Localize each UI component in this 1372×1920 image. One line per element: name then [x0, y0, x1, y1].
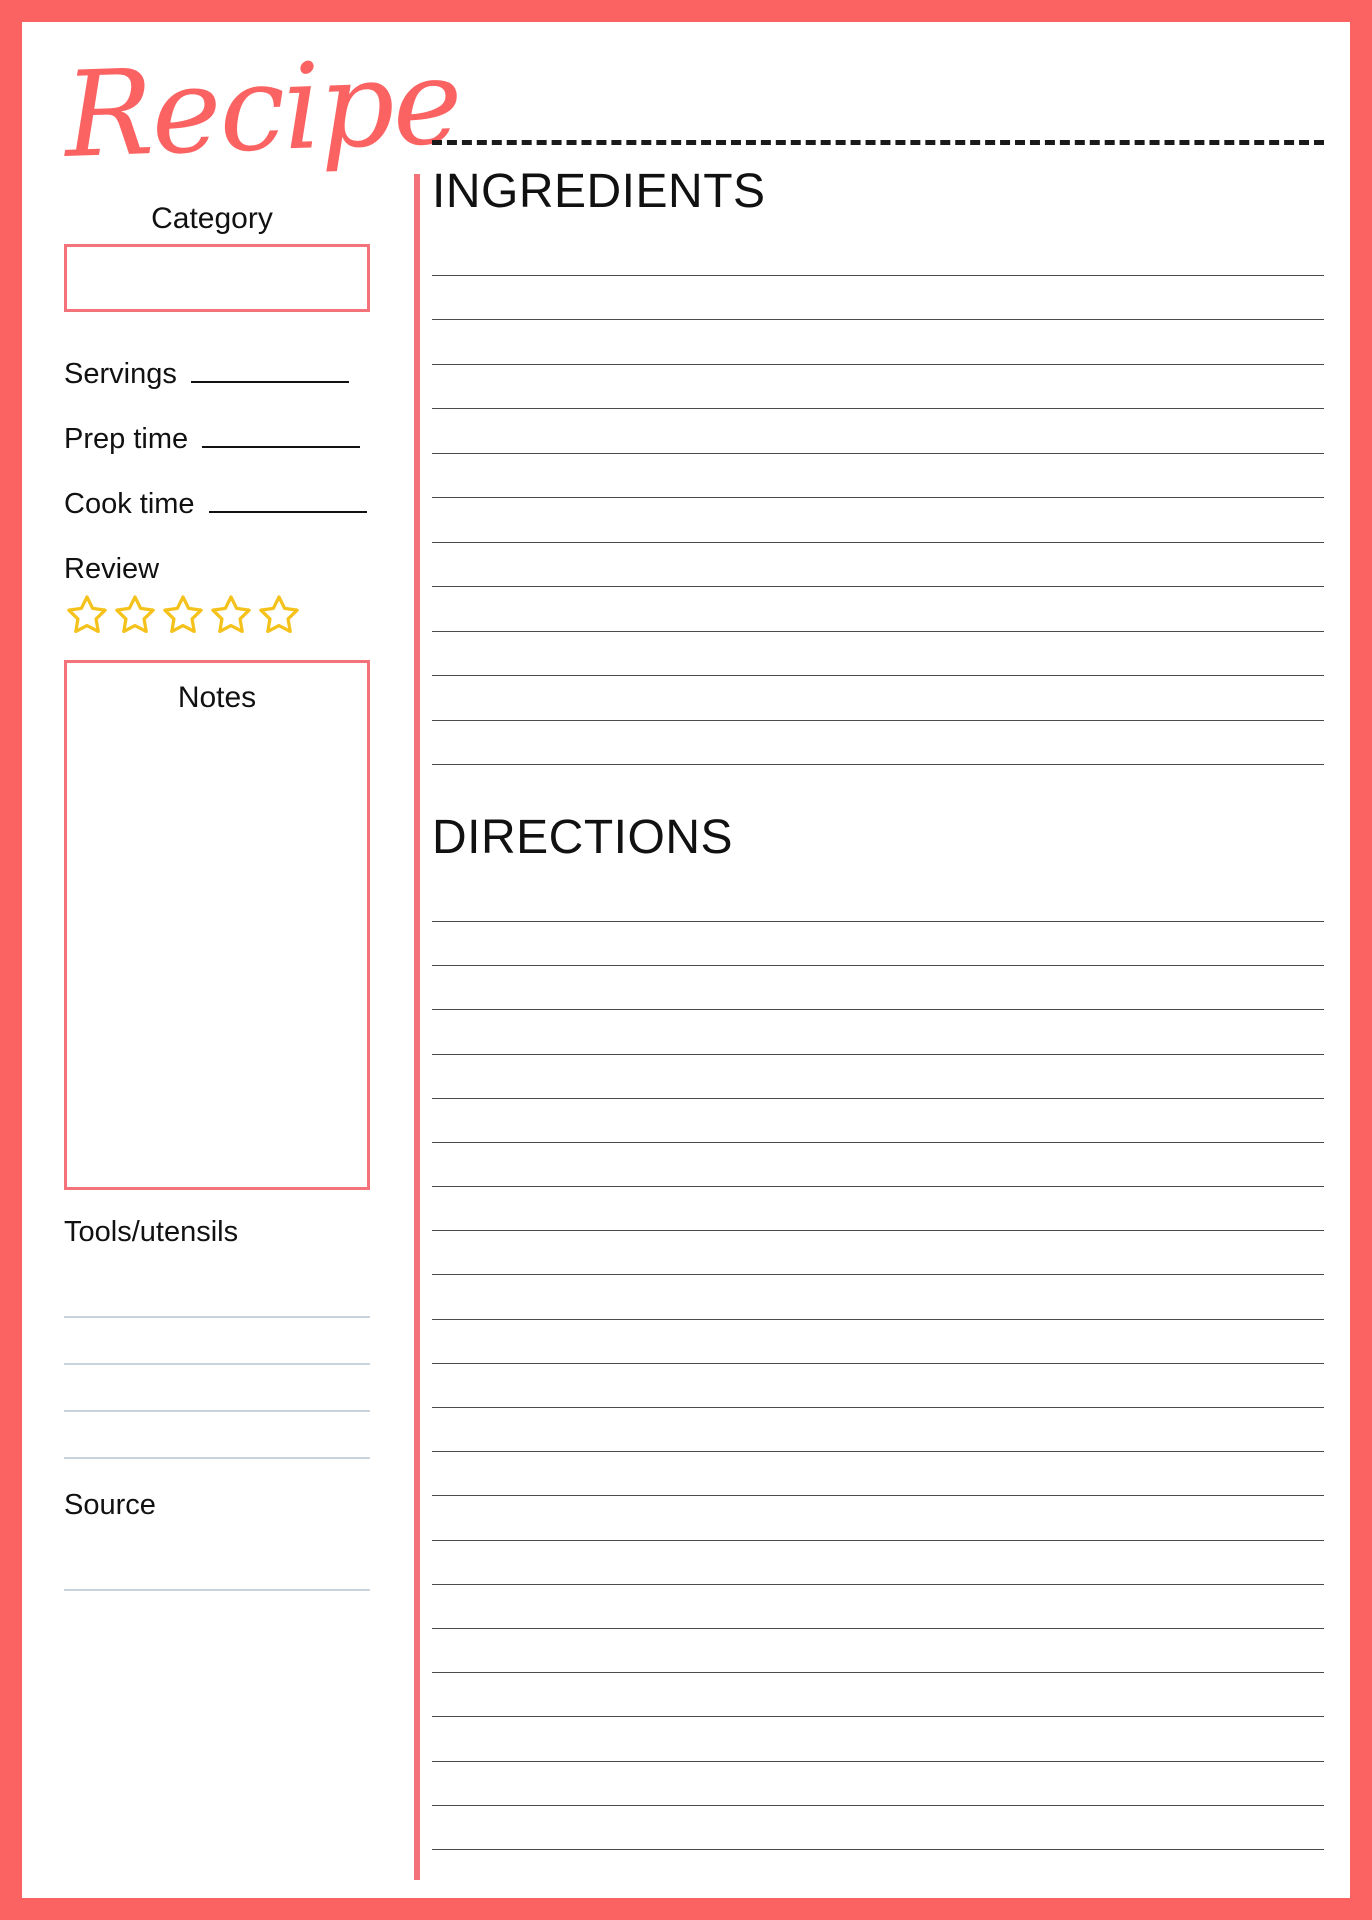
tools-utensils-lines	[64, 1271, 370, 1459]
direction-line[interactable]	[432, 1055, 1324, 1099]
ingredient-line[interactable]	[432, 498, 1324, 543]
ingredient-line[interactable]	[432, 231, 1324, 276]
review-rating[interactable]	[64, 592, 370, 638]
notes-input[interactable]: Notes	[64, 660, 370, 1190]
direction-line[interactable]	[432, 1320, 1324, 1364]
source-lines	[64, 1544, 370, 1591]
direction-line[interactable]	[432, 922, 1324, 967]
ingredient-line[interactable]	[432, 543, 1324, 588]
direction-line[interactable]	[432, 1629, 1324, 1674]
ingredient-line[interactable]	[432, 676, 1324, 721]
ingredient-line[interactable]	[432, 276, 1324, 321]
direction-line[interactable]	[432, 1496, 1324, 1541]
servings-row: Servings	[64, 358, 370, 391]
ingredient-line[interactable]	[432, 365, 1324, 410]
direction-line[interactable]	[432, 1099, 1324, 1143]
direction-line[interactable]	[432, 1187, 1324, 1232]
recipe-card-page: Recipe Category Servings Prep time Cook …	[0, 0, 1372, 1920]
star-outline-icon[interactable]	[208, 592, 254, 638]
direction-line[interactable]	[432, 1275, 1324, 1320]
star-outline-icon[interactable]	[112, 592, 158, 638]
ingredients-lines	[432, 231, 1324, 766]
direction-line[interactable]	[432, 878, 1324, 922]
recipe-sheet: Recipe Category Servings Prep time Cook …	[22, 22, 1350, 1898]
main-content: INGREDIENTS DIRECTIONS	[392, 22, 1350, 1898]
star-outline-icon[interactable]	[160, 592, 206, 638]
page-title: Recipe	[62, 32, 463, 184]
meta-fields: Servings Prep time Cook time	[64, 358, 370, 521]
review-label: Review	[64, 553, 160, 585]
direction-line[interactable]	[432, 966, 1324, 1011]
directions-heading: DIRECTIONS	[432, 811, 734, 865]
tools-utensils-line[interactable]	[64, 1318, 370, 1365]
direction-line[interactable]	[432, 1585, 1324, 1629]
star-outline-icon[interactable]	[256, 592, 302, 638]
direction-line[interactable]	[432, 1364, 1324, 1409]
category-label: Category	[151, 202, 273, 235]
direction-line[interactable]	[432, 1408, 1324, 1453]
cook-time-label: Cook time	[64, 488, 195, 520]
tools-utensils-line[interactable]	[64, 1365, 370, 1412]
ingredient-line[interactable]	[432, 454, 1324, 499]
servings-input[interactable]	[190, 380, 349, 383]
direction-line[interactable]	[432, 1143, 1324, 1188]
notes-label: Notes	[177, 681, 257, 714]
ingredient-line[interactable]	[432, 587, 1324, 632]
direction-line[interactable]	[432, 1717, 1324, 1762]
prep-time-row: Prep time	[64, 423, 370, 456]
ingredient-line[interactable]	[432, 320, 1324, 365]
decorative-dashed-rule	[432, 140, 1324, 145]
ingredient-line[interactable]	[432, 721, 1324, 766]
servings-label: Servings	[64, 358, 177, 390]
sidebar: Recipe Category Servings Prep time Cook …	[22, 22, 463, 1898]
prep-time-input[interactable]	[202, 445, 361, 448]
direction-line[interactable]	[432, 1762, 1324, 1806]
direction-line[interactable]	[432, 1541, 1324, 1585]
source-label: Source	[64, 1489, 156, 1521]
tools-utensils-line[interactable]	[64, 1271, 370, 1318]
direction-line[interactable]	[432, 1231, 1324, 1276]
ingredient-line[interactable]	[432, 632, 1324, 677]
tools-utensils-label: Tools/utensils	[64, 1216, 239, 1248]
tools-utensils-line[interactable]	[64, 1412, 370, 1459]
directions-lines	[432, 878, 1324, 1850]
directions-section: DIRECTIONS	[432, 811, 1324, 1850]
star-outline-icon[interactable]	[64, 592, 110, 638]
cook-time-input[interactable]	[208, 510, 367, 513]
direction-line[interactable]	[432, 1806, 1324, 1850]
source-line[interactable]	[64, 1544, 370, 1591]
ingredient-line[interactable]	[432, 409, 1324, 454]
cook-time-row: Cook time	[64, 488, 370, 521]
ingredients-heading: INGREDIENTS	[432, 165, 766, 218]
category-input[interactable]	[64, 244, 370, 312]
direction-line[interactable]	[432, 1010, 1324, 1055]
direction-line[interactable]	[432, 1452, 1324, 1497]
direction-line[interactable]	[432, 1673, 1324, 1718]
prep-time-label: Prep time	[64, 423, 189, 455]
